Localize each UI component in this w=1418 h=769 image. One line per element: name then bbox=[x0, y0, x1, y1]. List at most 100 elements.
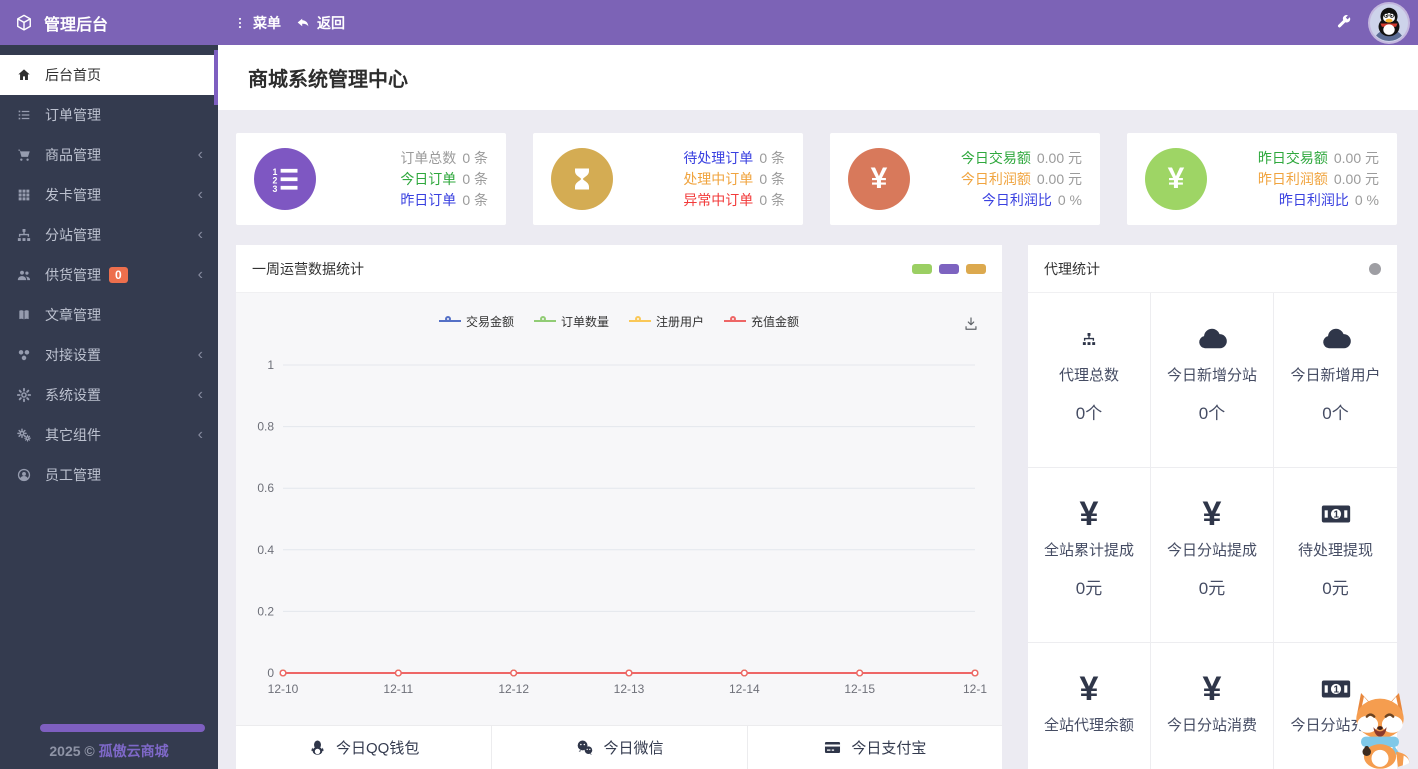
payment-tabs: 今日QQ钱包 今日微信 今日支付宝 bbox=[236, 725, 1002, 769]
stat-row: 订单总数 0 条 bbox=[400, 149, 488, 166]
stat-row: 昨日交易额 0.00 元 bbox=[1257, 149, 1379, 166]
stat-row: 今日利润额 0.00 元 bbox=[960, 170, 1082, 187]
footer-brand-link[interactable]: 孤傲云商城 bbox=[99, 743, 169, 759]
back-button[interactable]: 返回 bbox=[295, 13, 345, 33]
gear-icon bbox=[15, 387, 32, 403]
agent-stats-grid: 代理总数 0个 今日新增分站 0个 今日新增用户 0个 ¥ 全站累计提成 0元 … bbox=[1028, 293, 1397, 769]
page-title: 商城系统管理中心 bbox=[248, 69, 408, 91]
svg-text:0.6: 0.6 bbox=[257, 481, 274, 495]
sidebar-item[interactable]: 发卡管理 ‹ bbox=[0, 175, 218, 215]
money-bill-icon: 1 bbox=[1319, 496, 1353, 532]
chart-legend: 交易金额 订单数量 注册用户 充值金额 bbox=[236, 305, 1002, 337]
legend-item[interactable]: 交易金额 bbox=[438, 313, 514, 330]
dots-icon bbox=[233, 16, 247, 30]
fox-mascot bbox=[1344, 689, 1416, 769]
stat-row: 处理中订单 0 条 bbox=[683, 170, 785, 187]
chart-panel: 一周运营数据统计 交易金额 订单数量 注册用户 充值金额 0 0.2 0.4 0.6 0… bbox=[236, 245, 1002, 769]
sidebar-footer: 2025 © 孤傲云商城 bbox=[49, 743, 169, 759]
sidebar-item[interactable]: 对接设置 ‹ bbox=[0, 335, 218, 375]
stat-row: 昨日订单 0 条 bbox=[400, 191, 488, 208]
yen-icon: ¥ bbox=[1079, 670, 1099, 708]
sidebar-item[interactable]: 供货管理 0 ‹ bbox=[0, 255, 218, 295]
download-chart-button[interactable] bbox=[962, 315, 980, 333]
range-button[interactable] bbox=[912, 263, 932, 274]
yen-icon: ¥ bbox=[848, 148, 910, 210]
sitemap-icon bbox=[1081, 321, 1097, 357]
svg-text:1: 1 bbox=[1333, 510, 1339, 521]
legend-marker-icon bbox=[533, 316, 556, 322]
svg-text:12-1: 12-1 bbox=[963, 682, 987, 696]
sidebar-item[interactable]: 商品管理 ‹ bbox=[0, 135, 218, 175]
topbar: 管理后台 菜单 返回 bbox=[0, 0, 1418, 45]
svg-text:0: 0 bbox=[267, 666, 274, 680]
sidebar-vertical-scrollbar[interactable] bbox=[214, 50, 218, 105]
chart-body: 交易金额 订单数量 注册用户 充值金额 0 0.2 0.4 0.6 0.8 1 12-10 1… bbox=[236, 293, 1002, 725]
hourglass-icon bbox=[551, 148, 613, 210]
legend-item[interactable]: 注册用户 bbox=[629, 313, 704, 330]
legend-marker-icon bbox=[629, 316, 651, 322]
wrench-icon bbox=[1335, 14, 1352, 31]
user-avatar[interactable] bbox=[1370, 3, 1408, 42]
agent-stat-cell: ¥ 今日分站消费 bbox=[1151, 643, 1274, 769]
agent-stat-cell: ¥ 全站代理余额 bbox=[1028, 643, 1151, 769]
user-circle-icon bbox=[15, 467, 32, 483]
svg-text:0.8: 0.8 bbox=[257, 420, 274, 434]
agent-panel-title: 代理统计 bbox=[1044, 260, 1100, 277]
list-icon bbox=[15, 107, 32, 123]
range-buttons bbox=[912, 263, 986, 274]
stat-row: 昨日利润比 0 % bbox=[1278, 191, 1379, 208]
sidebar-item[interactable]: 订单管理 ‹ bbox=[0, 95, 218, 135]
status-dot bbox=[1369, 262, 1381, 275]
page-header: 商城系统管理中心 bbox=[218, 45, 1418, 110]
range-button[interactable] bbox=[966, 263, 986, 274]
stat-card: 待处理订单 0 条 处理中订单 0 条 异常中订单 0 条 bbox=[533, 133, 803, 225]
sidebar-horizontal-scrollbar[interactable] bbox=[40, 724, 205, 732]
stat-row: 今日利润比 0 % bbox=[981, 191, 1082, 208]
legend-marker-icon bbox=[438, 316, 461, 322]
content: 123 订单总数 0 条 今日订单 0 条 昨日订单 0 条 待处理订单 0 条… bbox=[218, 110, 1418, 769]
sidebar: 后台首页 ‹ 订单管理 ‹ 商品管理 ‹ 发卡管理 ‹ 分站管理 ‹ 供货管理 … bbox=[0, 45, 218, 769]
agent-stat-cell: 1 待处理提现 0元 bbox=[1274, 468, 1397, 643]
stat-cards-row: 123 订单总数 0 条 今日订单 0 条 昨日订单 0 条 待处理订单 0 条… bbox=[236, 133, 1397, 225]
pay-tab[interactable]: 今日QQ钱包 bbox=[236, 726, 492, 769]
legend-item[interactable]: 订单数量 bbox=[533, 313, 609, 330]
legend-item[interactable]: 充值金额 bbox=[724, 313, 799, 330]
stat-row: 昨日利润额 0.00 元 bbox=[1257, 170, 1379, 187]
chevron-left-icon: ‹ bbox=[197, 186, 203, 203]
svg-text:12-14: 12-14 bbox=[729, 682, 760, 696]
svg-text:0.4: 0.4 bbox=[257, 543, 274, 557]
legend-marker-icon bbox=[724, 316, 747, 322]
sidebar-item[interactable]: 分站管理 ‹ bbox=[0, 215, 218, 255]
menu-button[interactable]: 菜单 bbox=[233, 13, 281, 33]
yen-icon: ¥ bbox=[1202, 495, 1222, 533]
pay-tab[interactable]: 今日支付宝 bbox=[746, 726, 1002, 769]
list-ol-icon: 123 bbox=[254, 148, 316, 210]
sidebar-item[interactable]: 系统设置 ‹ bbox=[0, 375, 218, 415]
sidebar-item[interactable]: 文章管理 ‹ bbox=[0, 295, 218, 335]
agent-stat-cell: 今日新增用户 0个 bbox=[1274, 293, 1397, 468]
nodes-icon bbox=[15, 347, 32, 363]
top-nav: 菜单 返回 bbox=[218, 13, 345, 33]
wrench-button[interactable] bbox=[1335, 14, 1352, 31]
svg-text:1: 1 bbox=[267, 358, 274, 372]
sidebar-item[interactable]: 后台首页 ‹ bbox=[0, 55, 218, 95]
line-chart: 0 0.2 0.4 0.6 0.8 1 12-10 12-11 12-12 12-13 12-14 1… bbox=[257, 358, 987, 696]
agent-panel: 代理统计 代理总数 0个 今日新增分站 0个 今日新增用户 0个 ¥ 全站累计提… bbox=[1028, 245, 1397, 769]
sidebar-item[interactable]: 其它组件 ‹ bbox=[0, 415, 218, 455]
home-icon bbox=[15, 67, 32, 83]
stat-card: ¥ 昨日交易额 0.00 元 昨日利润额 0.00 元 昨日利润比 0 % bbox=[1127, 133, 1397, 225]
agent-stat-cell: ¥ 全站累计提成 0元 bbox=[1028, 468, 1151, 643]
yen-icon: ¥ bbox=[1145, 148, 1207, 210]
sidebar-item[interactable]: 员工管理 ‹ bbox=[0, 455, 218, 495]
agent-stat-cell: 今日新增分站 0个 bbox=[1151, 293, 1274, 468]
wechat-icon bbox=[575, 738, 594, 757]
cloud-icon bbox=[1319, 321, 1353, 357]
chevron-left-icon: ‹ bbox=[197, 266, 203, 283]
range-button[interactable] bbox=[939, 263, 959, 274]
chevron-left-icon: ‹ bbox=[197, 386, 203, 403]
pay-tab[interactable]: 今日微信 bbox=[491, 726, 747, 769]
chart-panel-header: 一周运营数据统计 bbox=[236, 245, 1002, 293]
yen-icon: ¥ bbox=[1202, 670, 1222, 708]
chevron-left-icon: ‹ bbox=[197, 146, 203, 163]
svg-text:12-11: 12-11 bbox=[383, 682, 413, 696]
